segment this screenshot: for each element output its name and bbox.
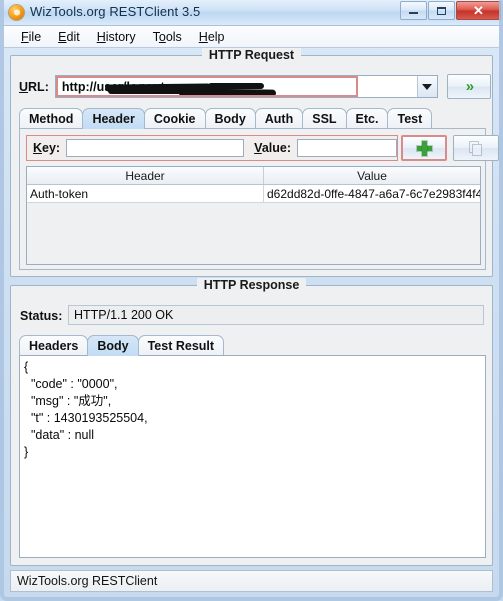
tab-response-body-label: Body	[97, 339, 129, 353]
tab-header-label: Header	[92, 112, 135, 126]
window-border	[0, 0, 503, 601]
tab-response-body[interactable]: Body	[87, 335, 139, 356]
restclient-window: WizTools.org RESTClient 3.5 ✕ File Edit …	[0, 0, 503, 601]
tab-header[interactable]: Header	[82, 108, 145, 129]
